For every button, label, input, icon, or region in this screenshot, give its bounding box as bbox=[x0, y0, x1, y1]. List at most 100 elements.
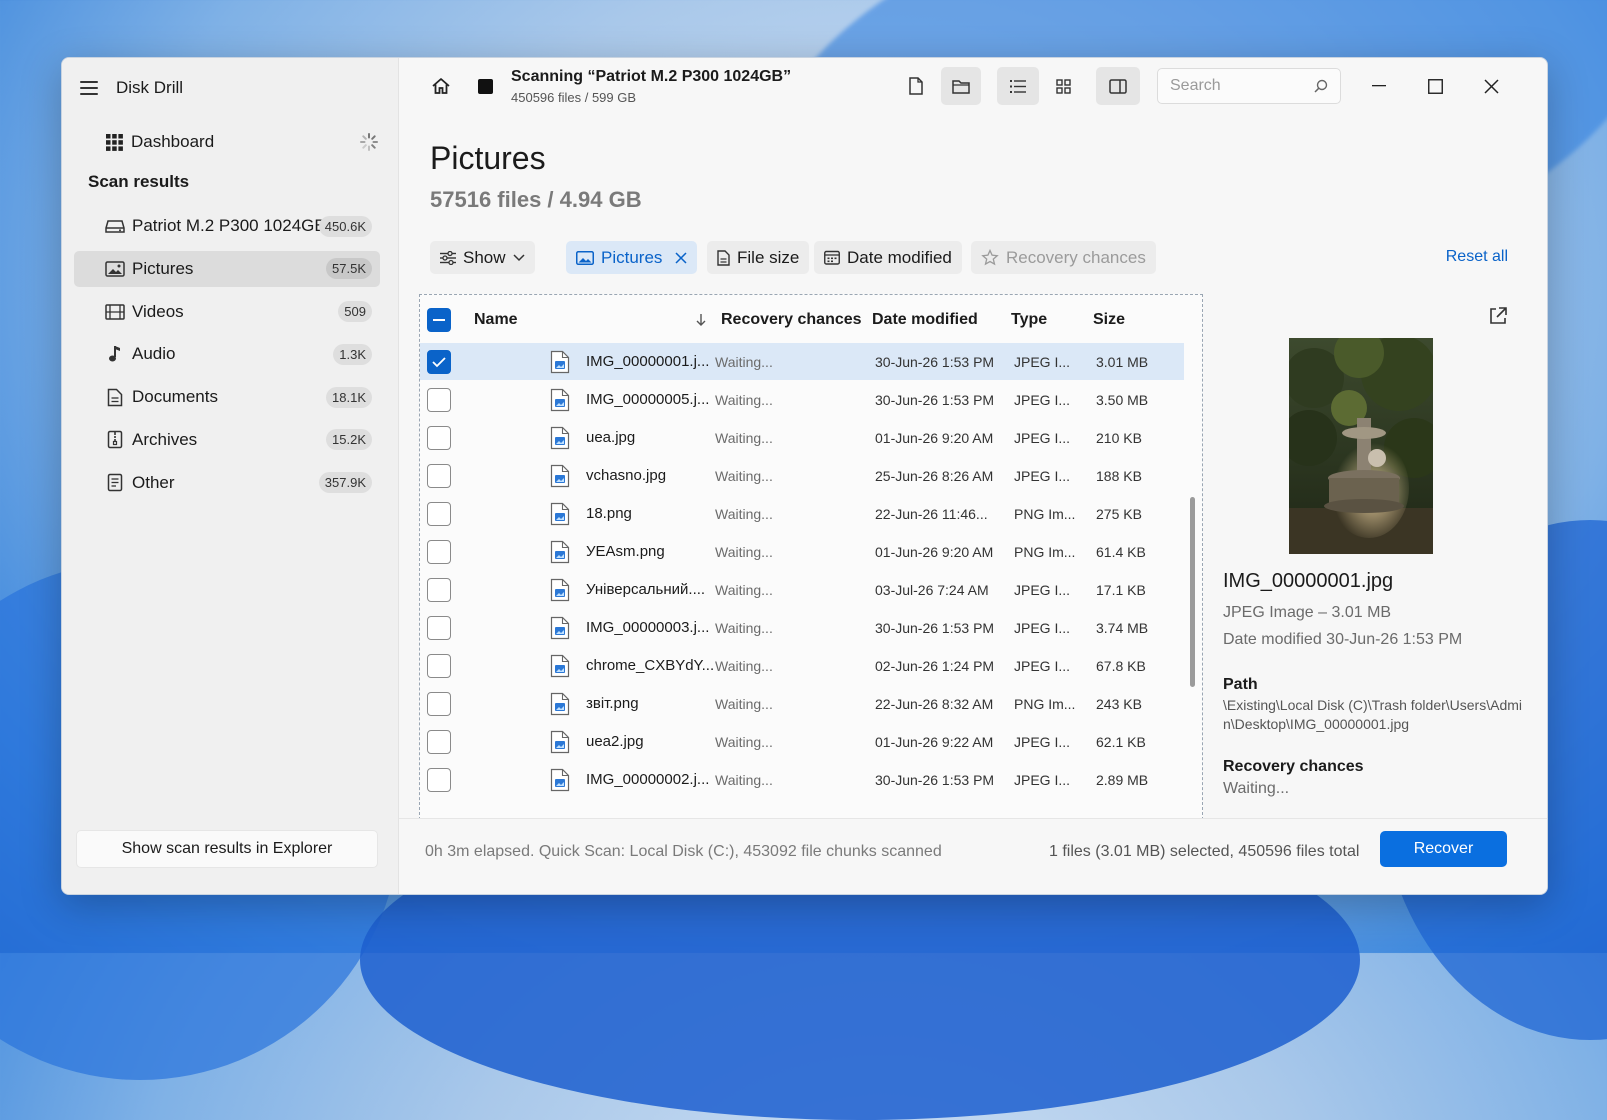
drive-icon bbox=[104, 218, 126, 234]
sidebar-item-label: Patriot M.2 P300 1024GB bbox=[132, 216, 326, 235]
file-name: vchasno.jpg bbox=[586, 467, 667, 484]
sidebar-item-videos[interactable]: Videos 509 bbox=[74, 294, 380, 330]
table-row[interactable]: IMG_00000005.j... Waiting... 30-Jun-26 1:5… bbox=[420, 381, 1184, 418]
image-file-icon bbox=[550, 723, 570, 760]
row-checkbox[interactable] bbox=[427, 539, 451, 564]
row-checkbox[interactable] bbox=[427, 729, 451, 754]
table-row[interactable]: IMG_00000003.j... Waiting... 30-Jun-26 1:5… bbox=[420, 609, 1184, 646]
folder-view-button[interactable] bbox=[941, 67, 981, 105]
list-view-button[interactable] bbox=[997, 67, 1039, 105]
recovery-status: Waiting... bbox=[715, 353, 773, 370]
table-row[interactable]: УEAsm.png Waiting... 01-Jun-26 9:20 AM PNG … bbox=[420, 533, 1184, 570]
file-name: chrome_CXBYdY... bbox=[586, 657, 715, 674]
search-input[interactable]: Search bbox=[1157, 68, 1341, 104]
row-checkbox[interactable] bbox=[427, 501, 451, 526]
grid-icon bbox=[1055, 78, 1071, 94]
recovery-status: Waiting... bbox=[715, 733, 773, 750]
file-type: JPEG I... bbox=[1014, 619, 1071, 636]
table-row[interactable]: IMG_00000002.j... Waiting... 30-Jun-26 1:5… bbox=[420, 761, 1184, 798]
pictures-filter-chip[interactable]: Pictures bbox=[566, 241, 698, 274]
file-type: JPEG I... bbox=[1014, 353, 1071, 370]
row-checkbox[interactable] bbox=[427, 615, 451, 640]
hamburger-menu-icon[interactable] bbox=[80, 81, 98, 95]
sidebar-item-dashboard[interactable]: Dashboard bbox=[106, 128, 378, 156]
recovery-status: Waiting... bbox=[715, 543, 773, 560]
recover-button[interactable]: Recover bbox=[1380, 831, 1507, 867]
preview-panel-toggle[interactable] bbox=[1096, 67, 1140, 105]
row-checkbox[interactable] bbox=[427, 577, 451, 602]
column-header-date[interactable]: Date modified bbox=[872, 295, 978, 345]
file-type: JPEG I... bbox=[1014, 733, 1071, 750]
recovery-status: Waiting... bbox=[715, 619, 773, 636]
maximize-button[interactable] bbox=[1417, 70, 1453, 102]
file-size-filter[interactable]: File size bbox=[707, 241, 810, 274]
file-size: 2.89 MB bbox=[1096, 771, 1149, 788]
select-all-checkbox[interactable] bbox=[427, 295, 451, 345]
sidebar-item-audio[interactable]: Audio 1.3K bbox=[74, 336, 380, 372]
home-button[interactable] bbox=[425, 70, 457, 102]
sidebar-item-label: Audio bbox=[132, 344, 176, 364]
file-size: 188 KB bbox=[1096, 467, 1142, 484]
row-checkbox[interactable] bbox=[427, 463, 451, 488]
table-row[interactable]: 18.png Waiting... 22-Jun-26 11:46... PNG Im… bbox=[420, 495, 1184, 532]
open-external-icon[interactable] bbox=[1488, 306, 1508, 326]
row-checkbox[interactable] bbox=[427, 349, 451, 374]
column-header-size[interactable]: Size bbox=[1093, 295, 1125, 345]
column-header-recovery[interactable]: Recovery chances bbox=[721, 295, 862, 345]
table-row[interactable]: Універсальний.... Waiting... 03-Jul-26 7:2… bbox=[420, 571, 1184, 608]
recovery-status: Waiting... bbox=[715, 467, 773, 484]
row-checkbox[interactable] bbox=[427, 653, 451, 678]
scan-title: Scanning “Patriot M.2 P300 1024GB” bbox=[511, 68, 792, 85]
table-row[interactable]: uea.jpg Waiting... 01-Jun-26 9:20 AM JPEG I… bbox=[420, 419, 1184, 456]
table-row[interactable]: chrome_CXBYdY... Waiting... 02-Jun-26 1:24… bbox=[420, 647, 1184, 684]
row-checkbox[interactable] bbox=[427, 425, 451, 450]
row-checkbox[interactable] bbox=[427, 767, 451, 792]
file-type: JPEG I... bbox=[1014, 391, 1071, 408]
recovery-chances-filter[interactable]: Recovery chances bbox=[971, 241, 1156, 274]
pictures-filter-label: Pictures bbox=[601, 247, 663, 267]
app-title: Disk Drill bbox=[116, 78, 184, 97]
table-row[interactable]: vchasno.jpg Waiting... 25-Jun-26 8:26 AM JP… bbox=[420, 457, 1184, 494]
show-dropdown[interactable]: Show bbox=[430, 241, 535, 274]
checkmark-icon bbox=[432, 356, 446, 367]
dashboard-grid-icon bbox=[106, 133, 123, 151]
select-all-indeterminate bbox=[427, 308, 451, 332]
file-view-button[interactable] bbox=[899, 67, 933, 105]
sidebar-item-other[interactable]: Other 357.9K bbox=[74, 465, 380, 501]
row-checkbox[interactable] bbox=[427, 387, 451, 412]
date-modified: 22-Jun-26 8:32 AM bbox=[875, 695, 994, 712]
recovery-status: Waiting... bbox=[715, 657, 773, 674]
table-row[interactable]: uea2.jpg Waiting... 01-Jun-26 9:22 AM JPEG … bbox=[420, 723, 1184, 760]
status-bar: 0h 3m elapsed. Quick Scan: Local Disk (C… bbox=[399, 818, 1547, 894]
image-thumbnail bbox=[1289, 338, 1433, 554]
sidebar-item-archives[interactable]: Archives 15.2K bbox=[74, 422, 380, 458]
close-button[interactable] bbox=[1473, 70, 1509, 102]
column-header-type[interactable]: Type bbox=[1011, 295, 1047, 345]
image-file-icon bbox=[550, 381, 570, 418]
minimize-button[interactable] bbox=[1361, 70, 1397, 102]
table-row[interactable]: IMG_00000001.j... Waiting... 30-Jun-26 1:5… bbox=[420, 343, 1184, 380]
file-name: uea.jpg bbox=[586, 429, 636, 446]
table-scrollbar[interactable] bbox=[1190, 497, 1195, 687]
date-modified-filter[interactable]: Date modified bbox=[814, 241, 962, 274]
recovery-status: Waiting... bbox=[715, 581, 773, 598]
file-name: IMG_00000002.j... bbox=[586, 771, 710, 788]
sidebar-item-pictures[interactable]: Pictures 57.5K bbox=[74, 250, 380, 287]
item-count-badge: 18.1K bbox=[326, 386, 372, 408]
remove-filter-icon[interactable] bbox=[675, 251, 687, 264]
file-size: 210 KB bbox=[1096, 429, 1142, 446]
date-modified: 30-Jun-26 1:53 PM bbox=[875, 353, 995, 370]
column-header-name[interactable]: Name bbox=[474, 295, 714, 345]
show-in-explorer-button[interactable]: Show scan results in Explorer bbox=[76, 830, 378, 868]
audio-icon bbox=[104, 345, 126, 363]
grid-view-button[interactable] bbox=[1045, 67, 1081, 105]
show-label: Show bbox=[463, 247, 506, 267]
reset-all-link[interactable]: Reset all bbox=[1446, 248, 1508, 266]
sidebar-item-documents[interactable]: Documents 18.1K bbox=[74, 379, 380, 415]
row-checkbox[interactable] bbox=[427, 691, 451, 716]
table-row[interactable]: звіт.png Waiting... 22-Jun-26 8:32 AM PNG I… bbox=[420, 685, 1184, 722]
file-size: 243 KB bbox=[1096, 695, 1142, 712]
sidebar-item-drive[interactable]: Patriot M.2 P300 1024GB 450.6K bbox=[74, 208, 380, 244]
row-checkbox-cell bbox=[427, 647, 451, 684]
stop-scan-button[interactable] bbox=[469, 70, 501, 102]
